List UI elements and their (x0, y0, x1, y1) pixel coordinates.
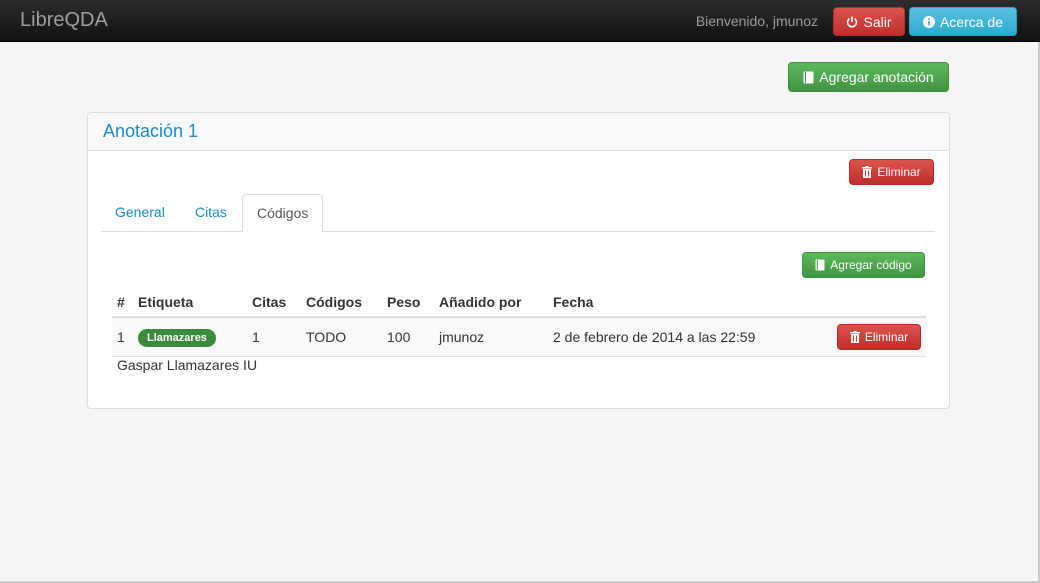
add-annotation-button[interactable]: Agregar anotación (788, 62, 949, 92)
welcome-text: Bienvenido, jmunoz (695, 13, 818, 29)
delete-code-label: Eliminar (864, 330, 909, 344)
book-icon (803, 71, 814, 83)
codigos-cell: TODO (301, 317, 382, 357)
tab-codigos[interactable]: Códigos (242, 194, 324, 233)
delete-annotation-label: Eliminar (877, 165, 921, 179)
add-code-label: Agregar código (830, 258, 912, 272)
annotation-panel: Anotación 1 Eliminar General Citas Códig… (87, 112, 950, 409)
info-icon (922, 15, 935, 28)
brand-logo[interactable]: LibreQDA (20, 9, 108, 32)
column-header: Códigos (301, 287, 382, 318)
book-icon (815, 259, 825, 271)
table-row: 1 Llamazares 1 TODO 100 jmunoz 2 de febr… (112, 317, 926, 357)
peso-cell: 100 (382, 317, 434, 357)
column-header: Etiqueta (133, 287, 247, 318)
tag-cell: Llamazares (133, 317, 247, 357)
tab-general[interactable]: General (101, 194, 179, 232)
logout-button[interactable]: Salir (833, 7, 905, 36)
column-header (823, 287, 926, 318)
about-label: Acerca de (939, 13, 1004, 30)
annotation-title: Anotación 1 (103, 121, 199, 141)
delete-annotation-button[interactable]: Eliminar (849, 159, 934, 185)
trash-icon (849, 331, 860, 343)
codes-table: # Etiqueta Citas Códigos Peso Añadido po… (112, 287, 926, 357)
code-tag-badge[interactable]: Llamazares (138, 328, 216, 347)
row-number: 1 (112, 317, 133, 357)
column-header: # (112, 287, 133, 318)
tab-citas[interactable]: Citas (181, 194, 241, 232)
column-header: Añadido por (434, 287, 548, 318)
logout-label: Salir (863, 13, 892, 30)
add-code-button[interactable]: Agregar código (802, 252, 925, 278)
power-icon (847, 16, 858, 27)
about-button[interactable]: Acerca de (909, 7, 1017, 36)
top-navbar: LibreQDA Bienvenido, jmunoz Salir Acerca… (0, 0, 1040, 42)
table-header-row: # Etiqueta Citas Códigos Peso Añadido po… (112, 287, 926, 318)
citas-cell: 1 (247, 317, 301, 357)
annotation-tabs: General Citas Códigos (101, 194, 935, 233)
delete-code-button[interactable]: Eliminar (837, 324, 921, 350)
date-cell: 2 de febrero de 2014 a las 22:59 (548, 317, 823, 357)
added-by-cell: jmunoz (434, 317, 548, 357)
column-header: Fecha (548, 287, 823, 318)
codes-table-wrapper: # Etiqueta Citas Códigos Peso Añadido po… (112, 287, 926, 357)
panel-heading: Anotación 1 (88, 113, 949, 151)
annotation-note: Gaspar Llamazares IU (117, 357, 258, 373)
actions-cell: Eliminar (823, 317, 926, 357)
trash-icon (862, 166, 873, 178)
column-header: Citas (247, 287, 301, 318)
column-header: Peso (382, 287, 434, 318)
add-annotation-label: Agregar anotación (819, 69, 934, 85)
